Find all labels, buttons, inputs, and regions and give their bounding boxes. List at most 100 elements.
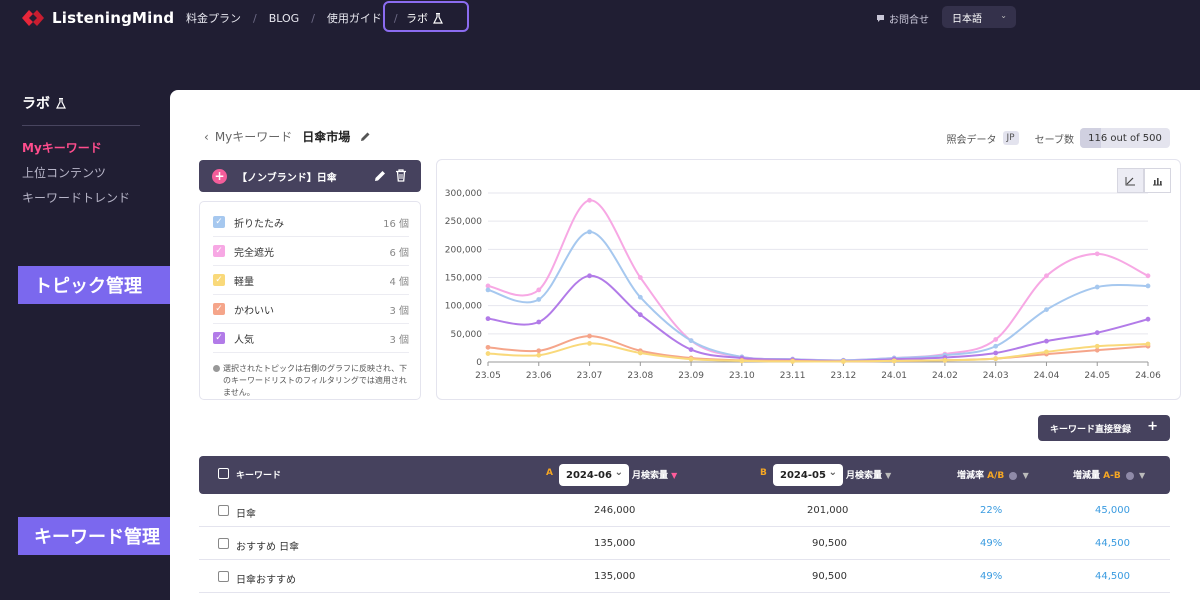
topic-checkbox[interactable]: ✓ (213, 303, 225, 315)
topic-item[interactable]: ✓ 軽量 4 個 (213, 266, 409, 295)
breadcrumb: ‹ Myキーワード 日傘市場 (204, 128, 371, 145)
back-chevron-icon[interactable]: ‹ (204, 130, 209, 144)
nav-item-pricing[interactable]: 料金プラン (186, 10, 241, 26)
country-badge: JP (1002, 131, 1019, 145)
edit-pencil-icon[interactable] (374, 169, 386, 182)
save-quota-value: 116 out of 500 (1088, 132, 1162, 144)
col-b-header[interactable]: 月検索量 ▼ (846, 468, 891, 481)
topic-count: 6 個 (389, 247, 409, 259)
topic-name: 人気 (234, 334, 254, 346)
col-diff-label: 増減量 (1073, 471, 1101, 481)
topic-checkbox[interactable]: ✓ (213, 274, 225, 286)
trend-chart-svg: 0 50,000 100,000 150,000 200,000 250,000 300,0… (445, 189, 1161, 381)
series-line (487, 274, 1149, 362)
edit-pencil-icon[interactable] (360, 131, 371, 142)
topic-name: 完全遮光 (234, 247, 274, 259)
series-point (1145, 283, 1151, 289)
x-tick-label: 24.02 (932, 371, 958, 381)
x-tick-label: 24.06 (1135, 371, 1161, 381)
col-b-label: 月検索量 (846, 471, 883, 481)
series-point (1094, 330, 1100, 336)
topic-checkbox[interactable]: ✓ (213, 216, 225, 228)
topic-note-text: 選択されたトピックは右側のグラフに反映され、下のキーワードリストのフィルタリング… (223, 364, 408, 397)
row-keyword[interactable]: おすすめ 日傘 (236, 538, 299, 553)
series-point (1145, 341, 1151, 347)
row-diff: 44,500 (1095, 538, 1130, 549)
breadcrumb-back-link[interactable]: Myキーワード (215, 128, 292, 145)
month-a-select[interactable]: 2024-06 ⌄ (559, 464, 629, 486)
topic-item[interactable]: ✓ 人気 3 個 (213, 324, 409, 353)
x-tick-label: 23.10 (729, 371, 755, 381)
nav-item-lab[interactable]: ラボ (406, 10, 443, 26)
topic-item[interactable]: ✓ 折りたたみ 16 個 (213, 208, 409, 237)
row-volume-a: 246,000 (594, 505, 636, 516)
col-rate-header[interactable]: 増減率 A/B ▼ (957, 468, 1029, 481)
add-topic-icon[interactable]: + (212, 168, 227, 184)
series-line (487, 342, 1149, 363)
info-icon (1125, 471, 1134, 480)
row-rate: 22% (980, 505, 1003, 516)
y-tick-label: 50,000 (451, 330, 483, 340)
row-keyword[interactable]: 日傘おすすめ (236, 571, 296, 586)
trash-icon[interactable] (395, 169, 407, 182)
col-diff-header[interactable]: 増減量 A-B ▼ (1073, 468, 1145, 481)
language-select[interactable]: 日本語 ⌄ (942, 6, 1016, 28)
series-point (1145, 316, 1151, 322)
series-point (536, 352, 542, 358)
series-point (993, 343, 999, 349)
sidebar-item-my-keywords[interactable]: Myキーワード (22, 139, 102, 156)
topic-count: 3 個 (389, 305, 409, 317)
nav-item-blog[interactable]: BLOG (269, 12, 299, 25)
language-value: 日本語 (952, 13, 982, 25)
topic-count: 3 個 (389, 334, 409, 346)
select-all-checkbox[interactable] (218, 468, 229, 479)
row-volume-a: 135,000 (594, 538, 636, 549)
row-keyword[interactable]: 日傘 (236, 505, 256, 520)
series-point (587, 229, 592, 235)
x-tick-label: 24.04 (1034, 371, 1060, 381)
sidebar-title: ラボ (22, 93, 66, 113)
sidebar-item-keyword-trend[interactable]: キーワードトレンド (22, 189, 130, 206)
line-chart-button[interactable] (1117, 168, 1144, 193)
bar-chart-button[interactable] (1144, 168, 1171, 193)
x-tick-label: 23.06 (526, 371, 552, 381)
series-point (790, 359, 796, 364)
topic-item[interactable]: ✓ 完全遮光 6 個 (213, 237, 409, 266)
month-b-select[interactable]: 2024-05 ⌄ (773, 464, 843, 486)
series-point (1094, 251, 1100, 257)
series-point (1044, 273, 1049, 279)
row-checkbox[interactable] (218, 505, 229, 516)
line-chart-icon (1125, 176, 1135, 185)
brand-logo[interactable]: ListeningMind (20, 8, 174, 28)
info-icon (213, 365, 220, 372)
keyword-management-callout: キーワード管理 (18, 517, 189, 555)
sidebar-item-top-contents[interactable]: 上位コンテンツ (22, 164, 106, 181)
row-checkbox[interactable] (218, 571, 229, 582)
series-point (1044, 349, 1049, 355)
series-point (637, 350, 643, 356)
row-checkbox[interactable] (218, 538, 229, 549)
chat-bubble-icon (877, 15, 884, 22)
save-count-label: セーブ数 (1034, 134, 1074, 146)
series-point (1044, 307, 1049, 313)
brand-name: ListeningMind (52, 9, 175, 27)
save-quota-bar: 116 out of 500 (1080, 128, 1170, 148)
contact-link[interactable]: お問合せ (876, 11, 929, 26)
contact-label: お問合せ (889, 15, 929, 26)
series-point (993, 337, 999, 342)
page-title: 日傘市場 (302, 130, 351, 144)
col-rate-ab: A/B (987, 471, 1005, 481)
series-point (739, 358, 745, 364)
col-a-header[interactable]: 月検索量 ▼ (632, 468, 677, 481)
y-tick-label: 100,000 (445, 302, 482, 312)
sort-icon: ▼ (1139, 471, 1146, 480)
x-tick-label: 23.11 (780, 371, 806, 381)
add-keyword-button[interactable]: キーワード直接登録 + (1038, 415, 1170, 441)
sort-icon: ▼ (1022, 471, 1029, 480)
nav-item-guide[interactable]: 使用ガイド (327, 10, 382, 26)
topic-checkbox[interactable]: ✓ (213, 245, 225, 257)
topic-checkbox[interactable]: ✓ (213, 332, 225, 344)
series-point (587, 333, 592, 339)
topic-group-header: + 【ノンブランド】日傘 (199, 160, 421, 192)
topic-item[interactable]: ✓ かわいい 3 個 (213, 295, 409, 324)
